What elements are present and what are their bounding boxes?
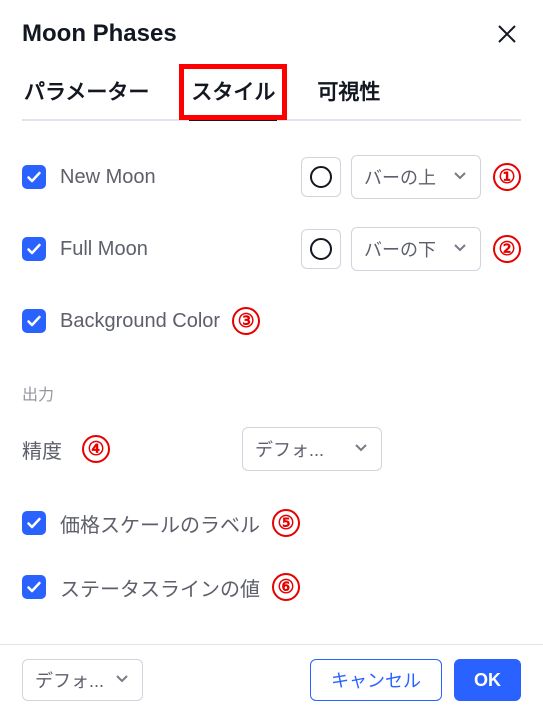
checkbox-price-scale[interactable] <box>22 511 46 535</box>
select-value: デフォ... <box>35 667 104 693</box>
checkbox-status-line[interactable] <box>22 575 46 599</box>
dialog-footer: デフォ... キャンセル OK <box>0 644 543 715</box>
select-new-moon-position[interactable]: バーの上 <box>351 155 481 199</box>
annotation-6: ⑥ <box>272 573 300 601</box>
row-price-scale-label: 価格スケールのラベル ⑤ <box>22 501 521 545</box>
tab-style-label: スタイル <box>191 81 275 104</box>
check-icon <box>26 579 42 595</box>
dialog-title: Moon Phases <box>22 20 177 48</box>
color-swatch-full-moon[interactable] <box>301 229 341 269</box>
cancel-button[interactable]: キャンセル <box>310 659 442 701</box>
annotation-2: ② <box>493 235 521 263</box>
annotation-3: ③ <box>232 307 260 335</box>
tab-parameters[interactable]: パラメーター <box>22 70 151 119</box>
check-icon <box>26 515 42 531</box>
chevron-down-icon <box>114 670 130 691</box>
annotation-1: ① <box>493 163 521 191</box>
select-full-moon-position[interactable]: バーの下 <box>351 227 481 271</box>
annotation-5: ⑤ <box>272 509 300 537</box>
check-icon <box>26 313 42 329</box>
row-full-moon: Full Moon バーの下 ② <box>22 227 521 271</box>
circle-icon <box>310 238 332 260</box>
checkbox-new-moon[interactable] <box>22 165 46 189</box>
chevron-down-icon <box>353 439 369 460</box>
label-precision: 精度 ④ <box>22 435 242 464</box>
select-value: バーの上 <box>364 164 436 190</box>
row-new-moon: New Moon バーの上 ① <box>22 155 521 199</box>
label-full-moon: Full Moon <box>60 238 301 261</box>
dialog-header: Moon Phases <box>22 20 521 48</box>
circle-icon <box>310 166 332 188</box>
tabs: パラメーター スタイル 可視性 <box>22 70 521 121</box>
row-precision: 精度 ④ デフォ... <box>22 427 521 471</box>
label-price-scale: 価格スケールのラベル <box>60 509 260 538</box>
close-button[interactable] <box>493 20 521 48</box>
select-value: バーの下 <box>364 236 436 262</box>
footer-right: キャンセル OK <box>310 659 521 701</box>
row-bg-color: Background Color ③ <box>22 299 521 343</box>
chevron-down-icon <box>452 167 468 188</box>
select-precision[interactable]: デフォ... <box>242 427 382 471</box>
label-bg-color: Background Color <box>60 310 220 333</box>
check-icon <box>26 169 42 185</box>
ok-button[interactable]: OK <box>454 659 521 701</box>
check-icon <box>26 241 42 257</box>
label-new-moon: New Moon <box>60 166 301 189</box>
tab-style[interactable]: スタイル <box>189 70 277 121</box>
settings-dialog: Moon Phases パラメーター スタイル 可視性 New Moon バーの… <box>0 0 543 609</box>
select-preset[interactable]: デフォ... <box>22 659 143 701</box>
label-status-line: ステータスラインの値 <box>60 573 260 602</box>
checkbox-bg-color[interactable] <box>22 309 46 333</box>
chevron-down-icon <box>452 239 468 260</box>
close-icon <box>495 22 519 46</box>
checkbox-full-moon[interactable] <box>22 237 46 261</box>
select-value: デフォ... <box>255 436 324 462</box>
row-status-line: ステータスラインの値 ⑥ <box>22 565 521 609</box>
tab-visibility[interactable]: 可視性 <box>315 70 382 119</box>
section-output: 出力 <box>22 381 521 405</box>
annotation-4: ④ <box>82 435 110 463</box>
precision-text: 精度 <box>22 435 62 464</box>
footer-left: デフォ... <box>22 659 143 701</box>
color-swatch-new-moon[interactable] <box>301 157 341 197</box>
